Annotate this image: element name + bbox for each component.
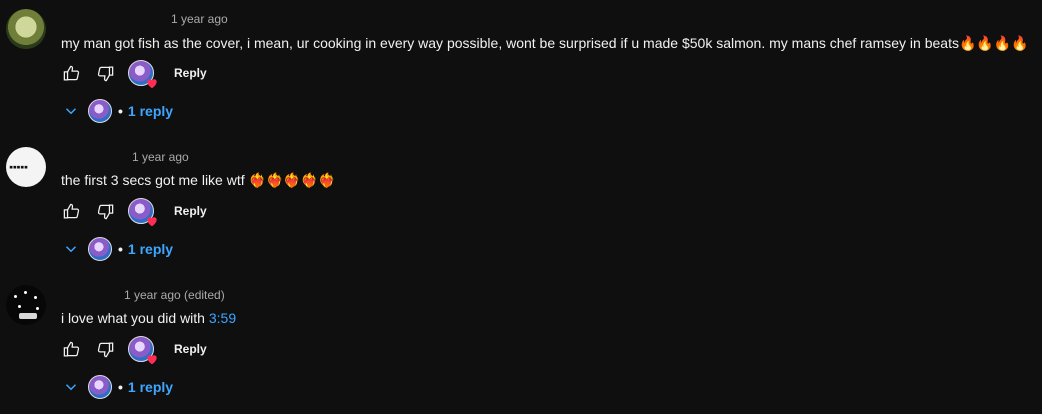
view-replies-button[interactable]: • 1 reply: [62, 98, 173, 124]
avatar-logo: [19, 313, 37, 319]
reply-button[interactable]: Reply: [174, 204, 207, 218]
comment-body: my man got fish as the cover, i mean, ur…: [61, 35, 1029, 51]
comment-thread: ▪▪▪▪▪ 1 year ago the first 3 secs got me…: [0, 138, 1042, 276]
commenter-avatar[interactable]: [6, 9, 46, 49]
comment-actions: Reply: [58, 60, 207, 89]
comment-body: i love what you did with: [61, 310, 209, 326]
bullet-separator: •: [118, 103, 123, 119]
comment-text: the first 3 secs got me like wtf ❤️‍🔥❤️‍…: [61, 172, 336, 189]
reply-button[interactable]: Reply: [174, 342, 207, 356]
thumbs-up-icon: [63, 203, 79, 218]
comment-actions: Reply: [58, 336, 207, 365]
comment-thread: 1 year ago (edited) i love what you did …: [0, 276, 1042, 414]
video-timestamp-link[interactable]: 3:59: [209, 310, 236, 326]
comment-text: my man got fish as the cover, i mean, ur…: [61, 35, 1029, 52]
chevron-down-icon: [65, 384, 77, 391]
heart-icon: [147, 355, 157, 365]
comment-body: the first 3 secs got me like wtf ❤️‍🔥❤️‍…: [61, 172, 336, 188]
comment-text: i love what you did with 3:59: [61, 310, 236, 326]
view-replies-button[interactable]: • 1 reply: [62, 236, 173, 262]
bullet-separator: •: [118, 241, 123, 257]
dislike-button[interactable]: [92, 336, 118, 362]
creator-heart-avatar: [128, 336, 157, 365]
replies-count: 1 reply: [127, 379, 174, 395]
reply-button[interactable]: Reply: [174, 66, 207, 80]
dislike-button[interactable]: [92, 60, 118, 86]
like-button[interactable]: [58, 60, 84, 86]
comment-time[interactable]: 1 year ago (edited): [124, 288, 225, 302]
creator-heart-avatar: [128, 198, 157, 227]
heart-icon: [147, 217, 157, 227]
thumbs-down-icon: [97, 204, 113, 219]
chevron-down-icon: [65, 246, 77, 253]
thumbs-down-icon: [97, 66, 113, 81]
chevron-down-icon: [65, 108, 77, 115]
creator-heart-avatar: [128, 60, 157, 89]
replies-count: 1 reply: [127, 241, 174, 257]
replier-avatar: [88, 237, 112, 261]
dislike-button[interactable]: [92, 198, 118, 224]
bullet-separator: •: [118, 379, 123, 395]
replier-avatar: [88, 375, 112, 399]
comment-time[interactable]: 1 year ago: [171, 12, 228, 26]
comment-thread: 1 year ago my man got fish as the cover,…: [0, 0, 1042, 138]
replier-avatar: [88, 99, 112, 123]
comment-actions: Reply: [58, 198, 207, 227]
commenter-avatar[interactable]: ▪▪▪▪▪: [6, 147, 46, 187]
heart-icon: [147, 79, 157, 89]
like-button[interactable]: [58, 198, 84, 224]
commenter-avatar[interactable]: [6, 285, 46, 325]
avatar-logo: ▪▪▪▪▪: [9, 163, 28, 171]
like-button[interactable]: [58, 336, 84, 362]
comment-time[interactable]: 1 year ago: [132, 150, 189, 164]
thumbs-up-icon: [63, 65, 79, 80]
thumbs-down-icon: [97, 342, 113, 357]
replies-count: 1 reply: [127, 103, 174, 119]
view-replies-button[interactable]: • 1 reply: [62, 374, 173, 400]
thumbs-up-icon: [63, 341, 79, 356]
